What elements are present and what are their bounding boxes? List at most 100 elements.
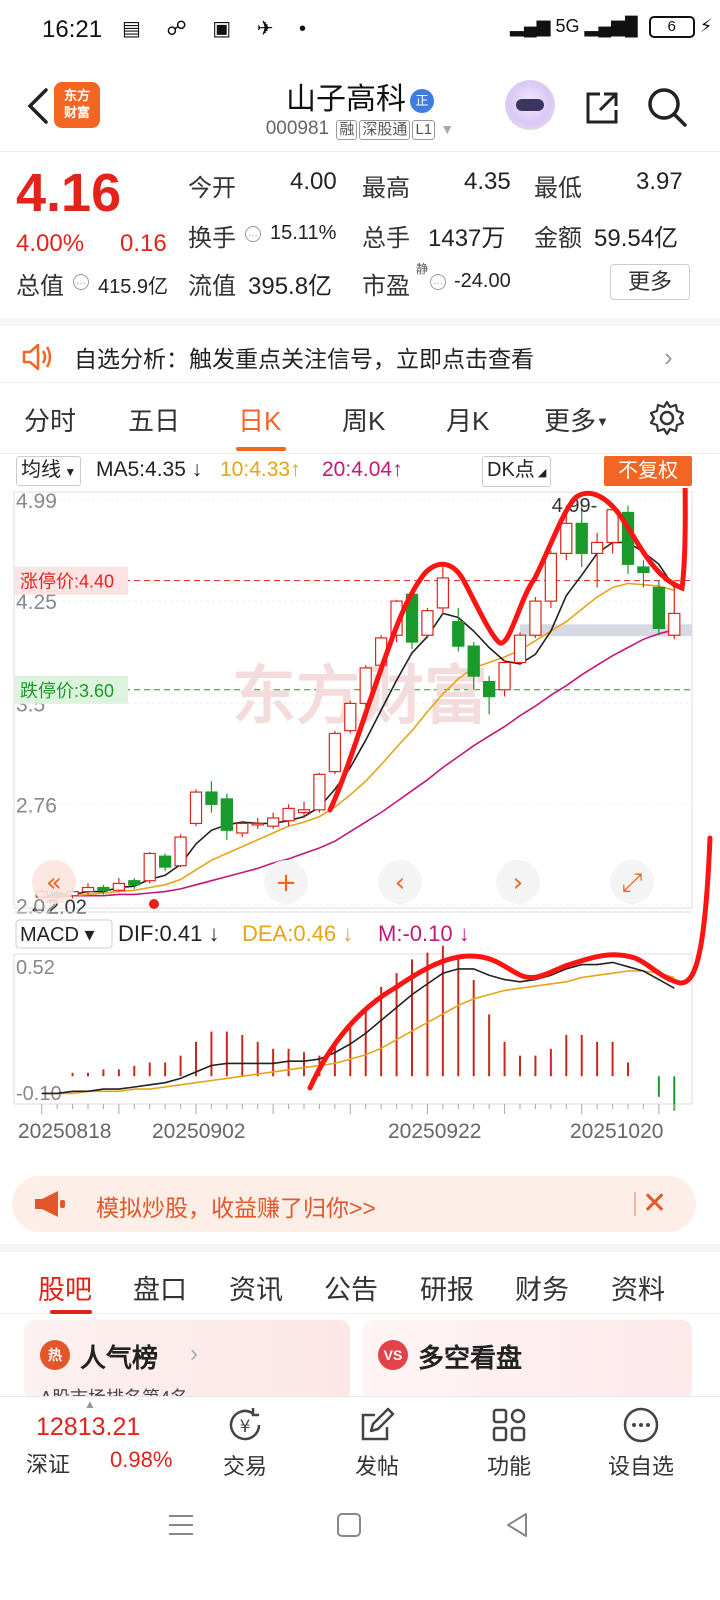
price-axis-label: 4.99 [16,490,57,513]
close-icon[interactable]: ✕ [642,1186,667,1221]
candle-body [544,552,558,602]
tab-five-day[interactable]: 五日 [128,401,180,438]
next-icon-glyph[interactable]: › [513,868,523,898]
index-change[interactable]: 0.98% [110,1447,172,1473]
positive-badge-icon: 正 [410,89,434,114]
caret-icon: ◢ [534,467,547,479]
prev-icon-glyph[interactable]: ‹ [395,868,405,898]
date-label: 20251020 [570,1120,663,1143]
tab-more[interactable]: 更多▼ [544,401,609,438]
zoom-in-icon-glyph[interactable]: + [275,868,297,898]
tab-profile[interactable]: 资料 [611,1268,665,1307]
popularity-card[interactable]: 热 人气榜 › A股市场排名第4名 [24,1320,350,1408]
info-icon[interactable]: … [430,274,446,290]
system-nav-bar [0,1486,720,1600]
tab-forum[interactable]: 股吧 [38,1268,92,1307]
network-label: 5G [555,16,580,36]
tab-weekly-k[interactable]: 周K [342,401,385,438]
candle-body [467,645,480,677]
info-icon[interactable]: … [73,274,89,290]
date-label: 20250902 [152,1120,245,1143]
ma5-value: MA5:4.35 ↓ [96,458,202,482]
trade-icon: ¥ [229,1408,261,1441]
stock-header: 东方 财富 山子高科正 000981 融深股通 L1 ▼ [0,60,720,152]
nav-trade[interactable]: ¥ 交易 [200,1405,290,1481]
candle-body [220,798,234,831]
price-axis-label: 2.76 [16,794,57,817]
market-cap-value: 415.9亿 [98,276,169,298]
tab-news[interactable]: 资讯 [229,1268,283,1307]
ma10-text: 10:4.33 [220,458,291,481]
date-label: 20250818 [18,1120,111,1143]
open-value: 4.00 [290,168,337,195]
candle-body [637,566,650,574]
divider [634,1192,636,1216]
nav-post[interactable]: 发帖 [332,1405,422,1481]
fullscreen-icon-glyph[interactable]: ⤢ [622,868,643,898]
bar-chart-icon: 热 [40,1340,70,1370]
long-short-card[interactable]: VS 多空看盘 [362,1320,692,1400]
info-icon[interactable]: … [245,226,261,242]
analysis-text: 自选分析：触发重点关注信号，立即点击查看 [74,346,534,372]
share-icon[interactable] [582,88,622,128]
dropdown-icon[interactable]: ▼ [440,121,454,137]
menu-icon[interactable] [166,1510,196,1540]
high-value: 4.35 [464,168,511,195]
nav-functions[interactable]: 功能 [464,1405,554,1481]
tab-daily-k[interactable]: 日K [238,401,281,438]
tab-intraday[interactable]: 分时 [24,401,76,438]
stock-name: 山子高科 [286,83,406,116]
more-button[interactable]: 更多 [610,264,690,300]
candle-body [81,886,95,893]
tab-order-book[interactable]: 盘口 [133,1268,187,1307]
ai-assistant-icon[interactable] [505,80,555,130]
candle-body [112,882,126,891]
pe-static-superscript: 静 [416,262,429,276]
candle-body [328,732,342,773]
simulation-banner[interactable]: 模拟炒股，收益赚了归你>> ✕ [12,1176,696,1232]
limit-up-label: 涨停价:4.40 [20,572,114,592]
dif-line [41,961,675,1095]
pe-label: 市盈 [362,273,410,300]
edit-icon [361,1407,395,1441]
stock-code: 000981 [265,118,330,139]
candle-body [128,880,141,886]
tab-research[interactable]: 研报 [420,1268,474,1307]
indicator-select-label: 均线 [21,459,61,481]
megaphone-icon [35,1191,65,1217]
amount-label: 金额 [534,225,582,252]
search-icon[interactable] [646,86,688,128]
candle-body [251,822,264,826]
active-tab-indicator [50,1310,92,1314]
tab-announcements[interactable]: 公告 [324,1268,378,1307]
chevron-right-icon: › [664,342,673,372]
expand-up-icon[interactable]: ▲ [84,1397,96,1411]
rewind-icon-glyph[interactable]: « [46,868,62,898]
tab-financials[interactable]: 财务 [515,1268,569,1307]
kline-chart[interactable]: 东方财富 4.994.253.52.762.02涨停价:4.40跌停价:3.60… [0,488,720,1168]
candle-body [590,541,604,554]
adjust-button[interactable]: 不复权 [604,456,692,486]
index-name[interactable]: 深证 [26,1447,70,1479]
indicator-select[interactable]: 均线 ▼ [16,456,82,486]
quote-panel: 4.16 4.00% 0.16 今开 4.00 最高 4.35 最低 3.97 … [0,152,720,312]
dk-point-select[interactable]: DK点 ◢ [482,456,552,487]
change-percent: 4.00% [16,230,85,257]
ma10-value: 10:4.33↑ [220,458,301,482]
back-nav-icon[interactable] [502,1510,532,1540]
active-tab-indicator [236,447,286,451]
candle-body [205,791,218,805]
m-value: M:-0.10 ↓ [378,921,470,946]
low-value: 3.97 [636,168,683,195]
candle-body [266,817,280,827]
tag-level: L1 [412,120,436,140]
gear-icon[interactable] [648,399,686,437]
analysis-banner[interactable]: 自选分析：触发重点关注信号，立即点击查看 › [0,318,720,382]
vs-icon: VS [378,1340,408,1370]
more-dots-icon [623,1407,659,1443]
tab-monthly-k[interactable]: 月K [446,401,489,438]
home-icon[interactable] [334,1510,364,1540]
nav-add-watchlist[interactable]: 设自选 [596,1405,686,1481]
index-value[interactable]: 12813.21 [36,1413,140,1442]
open-label: 今开 [188,175,236,202]
